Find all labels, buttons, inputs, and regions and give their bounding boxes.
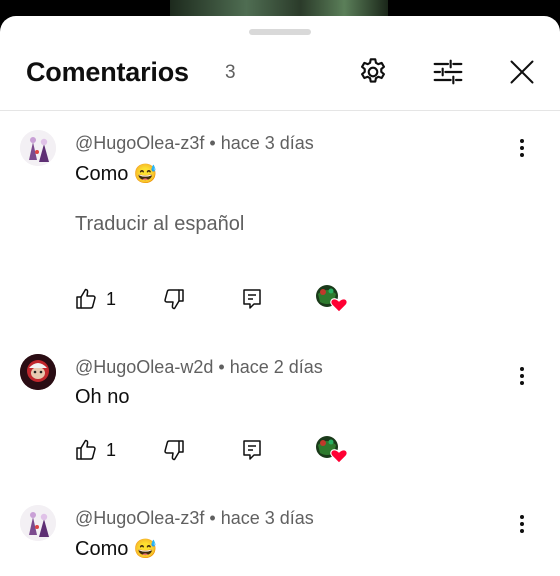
avatar-image (20, 354, 56, 390)
reply-icon (243, 289, 261, 309)
comment-menu-button[interactable] (512, 364, 532, 388)
comment-time[interactable]: hace 3 días (221, 133, 314, 153)
sliders-icon (433, 59, 463, 85)
more-vert-icon (520, 515, 524, 533)
sweat-smile-emoji: 😅 (133, 164, 158, 185)
thumbs-up-icon (76, 439, 96, 460)
meta-separator: • (209, 508, 216, 528)
more-vert-icon (520, 139, 524, 157)
translate-link[interactable]: Traducir al español (75, 213, 244, 236)
comment-body: Como (75, 538, 129, 560)
comment-author[interactable]: @HugoOlea-z3f (75, 133, 204, 153)
panel-title: Comentarios (26, 57, 189, 87)
comment-meta: @HugoOlea-z3f • hace 3 días (75, 508, 314, 529)
close-icon (510, 60, 534, 84)
reply-button[interactable] (240, 435, 264, 465)
like-count: 1 (106, 439, 117, 460)
comment-author[interactable]: @HugoOlea-z3f (75, 508, 204, 528)
gear-icon (361, 58, 385, 83)
comment-author[interactable]: @HugoOlea-w2d (75, 357, 213, 377)
filter-button[interactable] (430, 54, 466, 90)
meta-separator: • (218, 357, 225, 377)
avatar-image (20, 130, 56, 166)
sweat-smile-emoji: 😅 (133, 539, 158, 560)
creator-heart-icon (316, 436, 348, 464)
comment-count: 3 (225, 62, 236, 83)
reply-button[interactable] (240, 284, 264, 314)
comment-menu-button[interactable] (512, 512, 532, 536)
close-button[interactable] (504, 54, 540, 90)
like-button[interactable]: 1 (74, 284, 116, 314)
meta-separator: • (209, 133, 216, 153)
settings-button[interactable] (355, 54, 391, 90)
creator-heart-badge[interactable] (314, 282, 348, 314)
comments-header: Comentarios 3 (0, 54, 560, 94)
header-divider (0, 110, 560, 111)
comment-text: Oh no (75, 386, 129, 409)
comment-actions: 1 (0, 284, 560, 314)
comment-body: Oh no (75, 386, 130, 408)
creator-heart-icon (316, 285, 348, 313)
comment-actions: 1 (0, 435, 560, 465)
creator-heart-badge[interactable] (314, 433, 348, 465)
like-button[interactable]: 1 (74, 435, 116, 465)
comment-menu-button[interactable] (512, 136, 532, 160)
drag-handle[interactable] (249, 29, 311, 35)
thumbs-down-icon (164, 289, 184, 310)
avatar[interactable] (20, 505, 56, 541)
dislike-button[interactable] (162, 435, 186, 465)
comment-body: Como (75, 163, 129, 185)
comment-time[interactable]: hace 3 días (221, 508, 314, 528)
avatar[interactable] (20, 354, 56, 390)
avatar-image (20, 505, 56, 541)
comment-text: Como 😅 (75, 162, 158, 186)
comment-meta: @HugoOlea-w2d • hace 2 días (75, 357, 323, 378)
thumbs-down-icon (164, 440, 184, 461)
reply-icon (243, 440, 261, 460)
comment-meta: @HugoOlea-z3f • hace 3 días (75, 133, 314, 154)
thumbs-up-icon (76, 288, 96, 309)
comment-text: Como 😅 (75, 537, 158, 561)
avatar[interactable] (20, 130, 56, 166)
comment-time[interactable]: hace 2 días (230, 357, 323, 377)
like-count: 1 (106, 288, 117, 309)
more-vert-icon (520, 367, 524, 385)
dislike-button[interactable] (162, 284, 186, 314)
